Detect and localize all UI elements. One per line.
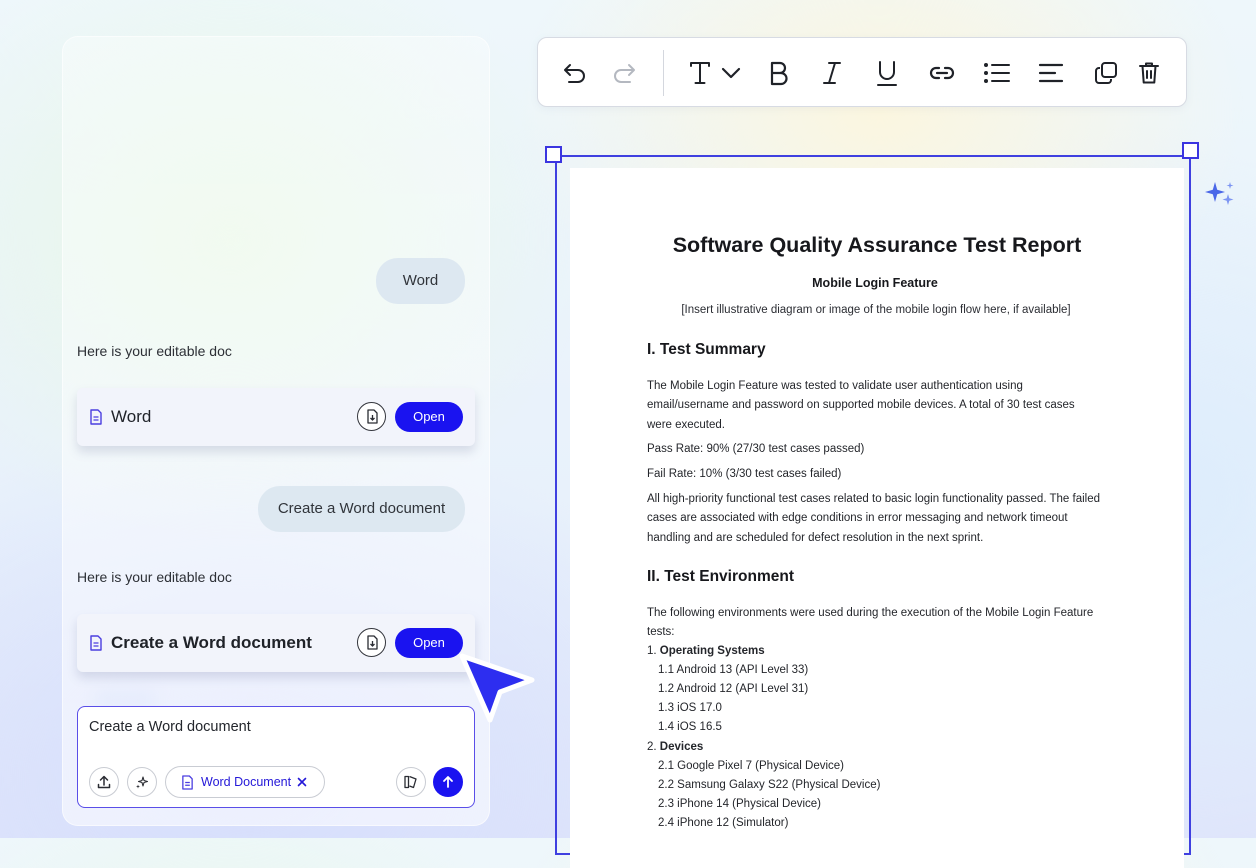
list-item: 1.1 Android 13 (API Level 33) xyxy=(658,664,809,676)
assistant-message: Here is your editable doc xyxy=(77,343,232,359)
list-item: 1.3 iOS 17.0 xyxy=(658,702,722,714)
document-card[interactable]: Word Open xyxy=(77,388,475,446)
link-icon xyxy=(929,66,955,80)
download-icon xyxy=(366,635,378,650)
bold-icon xyxy=(770,61,788,86)
list-item: 1.4 iOS 16.5 xyxy=(658,721,722,733)
chip-label: Word Document xyxy=(201,775,292,789)
open-button[interactable]: Open xyxy=(395,402,463,432)
document-icon xyxy=(90,409,102,425)
ai-tools-button[interactable] xyxy=(127,767,157,797)
list-number: 2. xyxy=(647,741,657,753)
text-style-icon xyxy=(690,62,710,84)
document-title: Software Quality Assurance Test Report xyxy=(672,233,1082,257)
message-composer[interactable]: Create a Word document Word Document xyxy=(77,706,475,808)
toolbar-divider xyxy=(663,50,664,96)
link-button[interactable] xyxy=(927,58,957,88)
list-item: 1.2 Android 12 (API Level 31) xyxy=(658,683,809,695)
arrow-up-icon xyxy=(443,776,453,788)
redo-icon xyxy=(614,64,635,83)
cursor-arrow-icon xyxy=(459,653,535,723)
download-button[interactable] xyxy=(357,628,386,657)
library-icon xyxy=(404,775,417,789)
document-card-title: Word xyxy=(111,407,152,426)
paragraph: All high-priority functional test cases … xyxy=(647,493,1101,544)
duplicate-button[interactable] xyxy=(1091,58,1121,88)
pass-rate-text: Pass Rate: 90% (27/30 test cases passed) xyxy=(647,443,865,455)
open-button[interactable]: Open xyxy=(395,628,463,658)
align-left-icon xyxy=(1038,63,1064,83)
chevron-down-icon xyxy=(721,67,741,79)
list-item: 2.2 Samsung Galaxy S22 (Physical Device) xyxy=(658,779,881,791)
underline-icon xyxy=(877,61,897,86)
document-subtitle: Mobile Login Feature xyxy=(812,276,938,290)
text-style-dropdown[interactable] xyxy=(686,58,744,88)
sparkle-icon xyxy=(1205,182,1234,205)
list-heading: 2. Devices xyxy=(647,741,703,753)
resize-handle-top-right[interactable] xyxy=(1182,142,1199,159)
italic-button[interactable] xyxy=(817,58,847,88)
image-placeholder-text: [Insert illustrative diagram or image of… xyxy=(681,304,1071,316)
document-icon xyxy=(182,775,193,790)
formatting-toolbar xyxy=(537,37,1187,107)
library-button[interactable] xyxy=(396,767,426,797)
undo-icon xyxy=(564,64,585,83)
download-button[interactable] xyxy=(357,402,386,431)
close-icon[interactable] xyxy=(297,777,307,787)
underline-button[interactable] xyxy=(872,58,902,88)
list-heading-label: Operating Systems xyxy=(659,645,765,657)
undo-button[interactable] xyxy=(560,58,590,88)
list-item: 2.3 iPhone 14 (Physical Device) xyxy=(658,798,821,810)
document-card-title: Create a Word document xyxy=(111,633,312,652)
delete-icon xyxy=(1139,62,1159,84)
align-left-button[interactable] xyxy=(1036,58,1066,88)
list-heading-label: Devices xyxy=(659,741,704,753)
user-message-bubble: Word xyxy=(376,258,465,304)
document-icon xyxy=(90,635,102,651)
bullet-list-icon xyxy=(984,63,1010,83)
bold-button[interactable] xyxy=(764,58,794,88)
send-button[interactable] xyxy=(433,767,463,797)
upload-button[interactable] xyxy=(89,767,119,797)
list-heading: 1. Operating Systems xyxy=(647,645,765,657)
download-icon xyxy=(366,409,378,424)
list-item: 2.4 iPhone 12 (Simulator) xyxy=(658,817,789,829)
delete-button[interactable] xyxy=(1134,58,1164,88)
section-heading: II. Test Environment xyxy=(647,568,794,585)
user-message-bubble: Create a Word document xyxy=(258,486,465,532)
assistant-message: Here is your editable doc xyxy=(77,569,232,585)
list-item: 2.1 Google Pixel 7 (Physical Device) xyxy=(658,760,844,772)
document-card[interactable]: Create a Word document Open xyxy=(77,614,475,672)
bullet-list-button[interactable] xyxy=(982,58,1012,88)
fail-rate-text: Fail Rate: 10% (3/30 test cases failed) xyxy=(647,468,842,480)
list-number: 1. xyxy=(647,645,657,657)
italic-icon xyxy=(823,62,841,84)
upload-icon xyxy=(97,775,111,789)
paragraph: The following environments were used dur… xyxy=(647,607,1094,639)
resize-handle-top-left[interactable] xyxy=(545,146,562,163)
composer-input[interactable]: Create a Word document xyxy=(89,719,251,735)
document-page[interactable]: Software Quality Assurance Test Report M… xyxy=(570,168,1184,868)
paragraph: The Mobile Login Feature was tested to v… xyxy=(647,380,1075,431)
sparkle-icon xyxy=(136,776,149,789)
file-type-chip[interactable]: Word Document xyxy=(165,766,325,798)
duplicate-icon xyxy=(1095,62,1117,84)
section-heading: I. Test Summary xyxy=(647,341,766,358)
redo-button[interactable] xyxy=(609,58,639,88)
